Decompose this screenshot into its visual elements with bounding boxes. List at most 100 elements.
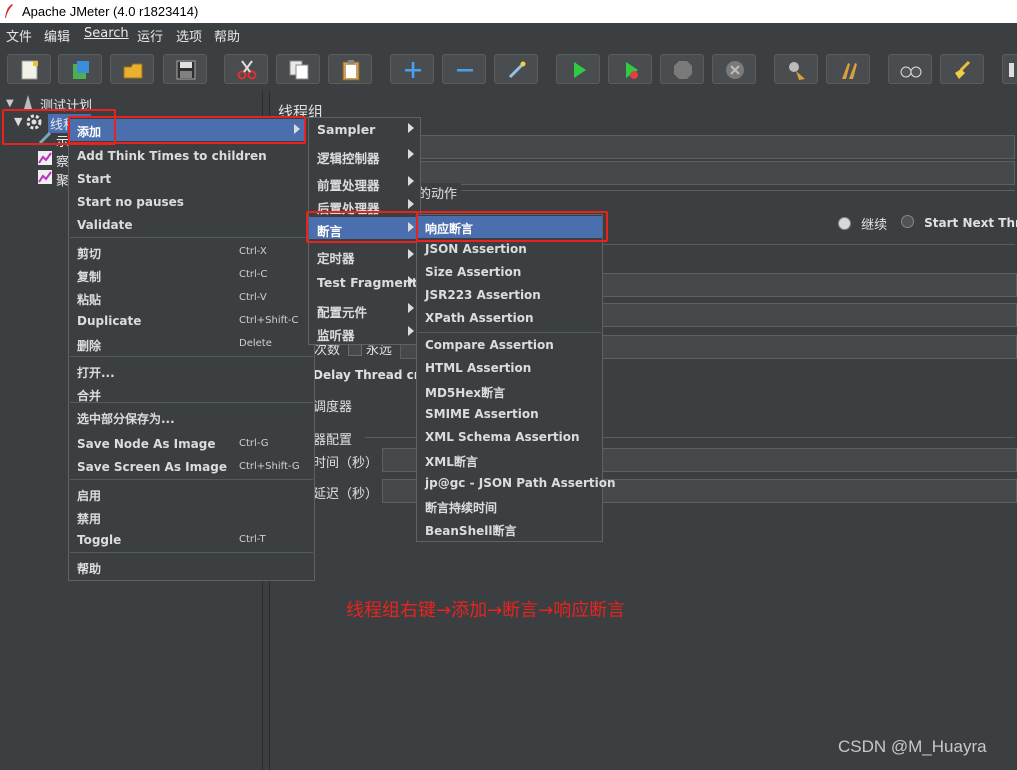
submenu-arrow-icon [408, 176, 414, 186]
assertion-submenu: 响应断言 JSON Assertion Size Assertion JSR223 A… [416, 214, 616, 542]
assertion-submenu-item[interactable]: Size Assertion [417, 261, 602, 283]
radio-start-next[interactable]: Start Next Threa [901, 214, 1017, 231]
context-menu-item[interactable]: 合并 [69, 383, 314, 405]
menu-item-label: Start [77, 172, 112, 186]
add-submenu-item[interactable]: 定时器 [309, 244, 420, 266]
context-menu-item[interactable]: Start [69, 168, 314, 190]
open-button[interactable] [110, 54, 154, 84]
collapse-all-button[interactable] [442, 54, 486, 84]
start-button[interactable] [556, 54, 600, 84]
menu-file[interactable]: 文件 [6, 26, 32, 45]
templates-button[interactable] [58, 54, 102, 84]
jmeter-feather-icon [5, 4, 13, 18]
duration-label: 时间（秒） [313, 456, 379, 471]
error-action-label: 的动作 [418, 183, 462, 202]
menu-item-label: 禁用 [77, 512, 102, 526]
add-submenu-item[interactable]: Test Fragment [309, 271, 420, 293]
add-submenu-item[interactable]: 逻辑控制器 [309, 144, 420, 166]
assertion-submenu-item[interactable]: JSR223 Assertion [417, 284, 602, 306]
radio-unselected-icon [901, 215, 914, 228]
copy-button[interactable] [276, 54, 320, 84]
stop-button[interactable] [660, 54, 704, 84]
assertion-submenu-item[interactable]: 断言持续时间 [417, 495, 602, 517]
window-title: Apache JMeter (4.0 r1823414) [22, 4, 199, 19]
assertion-submenu-item[interactable]: XPath Assertion [417, 307, 602, 329]
more-button[interactable] [1002, 54, 1017, 84]
menu-search[interactable]: Search [84, 26, 129, 41]
add-submenu-item[interactable]: 配置元件 [309, 298, 420, 320]
reset-search-button[interactable] [940, 54, 984, 84]
title-bar: Apache JMeter (4.0 r1823414) [0, 0, 1017, 23]
save-icon [176, 60, 196, 80]
assertion-submenu-item[interactable]: MD5Hex断言 [417, 380, 602, 402]
assertion-submenu-item[interactable]: BeanShell断言 [417, 518, 602, 540]
watermark: CSDN @M_Huayra [838, 737, 987, 756]
menu-separator [70, 356, 313, 357]
context-menu-item[interactable]: Save Node As Image Ctrl-G [69, 433, 314, 455]
graph-icon [38, 151, 52, 165]
menu-item-label: 合并 [77, 389, 102, 403]
context-menu-item[interactable]: Add Think Times to children [69, 145, 314, 167]
context-menu-item[interactable]: 禁用 [69, 506, 314, 528]
startup-delay-label: 延迟（秒） [313, 487, 379, 502]
assertion-submenu-item[interactable]: Compare Assertion [417, 334, 602, 356]
menu-separator [70, 479, 313, 480]
menu-item-label: Sampler [317, 122, 376, 137]
more-icon [1009, 63, 1014, 77]
menu-item-label: JSR223 Assertion [425, 288, 541, 302]
new-button[interactable] [7, 54, 51, 84]
shutdown-button[interactable] [712, 54, 756, 84]
menu-item-label: MD5Hex断言 [425, 386, 506, 400]
menu-item-label: BeanShell断言 [425, 524, 517, 538]
context-menu-item[interactable]: 删除 Delete [69, 333, 314, 355]
context-menu-item[interactable]: Validate [69, 214, 314, 236]
context-menu-item[interactable]: 粘贴 Ctrl-V [69, 287, 314, 309]
context-menu-item[interactable]: 打开... [69, 360, 314, 382]
context-menu-item[interactable]: 启用 [69, 483, 314, 505]
add-submenu-item[interactable]: 监听器 [309, 321, 420, 343]
context-menu-item[interactable]: Start no pauses [69, 191, 314, 213]
radio-continue[interactable]: 继续 [838, 214, 887, 233]
cut-icon [237, 60, 257, 80]
context-menu-item[interactable]: Duplicate Ctrl+Shift-C [69, 310, 314, 332]
shutdown-icon [726, 61, 744, 79]
menu-item-label: 选中部分保存为... [77, 412, 175, 426]
context-menu-item[interactable]: 帮助 [69, 556, 314, 578]
start-no-pauses-button[interactable] [608, 54, 652, 84]
menu-item-label: SMIME Assertion [425, 407, 539, 421]
menu-options[interactable]: 选项 [176, 26, 202, 45]
menu-run[interactable]: 运行 [137, 26, 163, 45]
menu-help[interactable]: 帮助 [214, 26, 240, 45]
add-submenu-item[interactable]: 前置处理器 [309, 171, 420, 193]
assertion-submenu-item[interactable]: SMIME Assertion [417, 403, 602, 425]
context-menu-item[interactable]: 复制 Ctrl-C [69, 264, 314, 286]
search-button[interactable] [888, 54, 932, 84]
assertion-submenu-item[interactable]: HTML Assertion [417, 357, 602, 379]
menu-item-label: Save Screen As Image [77, 460, 227, 474]
menu-item-label: 剪切 [77, 247, 102, 261]
assertion-submenu-item[interactable]: XML Schema Assertion [417, 426, 602, 448]
expand-all-button[interactable] [390, 54, 434, 84]
context-menu-item[interactable]: Toggle Ctrl-T [69, 529, 314, 551]
add-submenu-item[interactable]: Sampler [309, 118, 420, 140]
menu-separator [418, 332, 601, 333]
assertion-submenu-item[interactable]: jp@gc - JSON Path Assertion [417, 472, 616, 494]
paste-button[interactable] [328, 54, 372, 84]
toggle-button[interactable] [494, 54, 538, 84]
assertion-submenu-item[interactable]: XML断言 [417, 449, 602, 471]
clear-button[interactable] [774, 54, 818, 84]
clear-all-button[interactable] [826, 54, 870, 84]
save-button[interactable] [163, 54, 207, 84]
highlight-box-add [68, 116, 306, 144]
menu-edit[interactable]: 编辑 [44, 26, 70, 45]
binoculars-icon [900, 66, 922, 78]
context-menu-item[interactable]: Save Screen As Image Ctrl+Shift-G [69, 456, 314, 478]
menu-item-label: 前置处理器 [317, 178, 380, 193]
context-menu-item[interactable]: 剪切 Ctrl-X [69, 241, 314, 263]
menu-item-label: Save Node As Image [77, 437, 216, 451]
cut-button[interactable] [224, 54, 268, 84]
menu-item-label: Toggle [77, 533, 122, 547]
context-menu-item[interactable]: 选中部分保存为... [69, 406, 314, 428]
tree-root-row[interactable]: ▼ 测试计划 [6, 95, 92, 114]
menu-item-label: XPath Assertion [425, 311, 534, 325]
